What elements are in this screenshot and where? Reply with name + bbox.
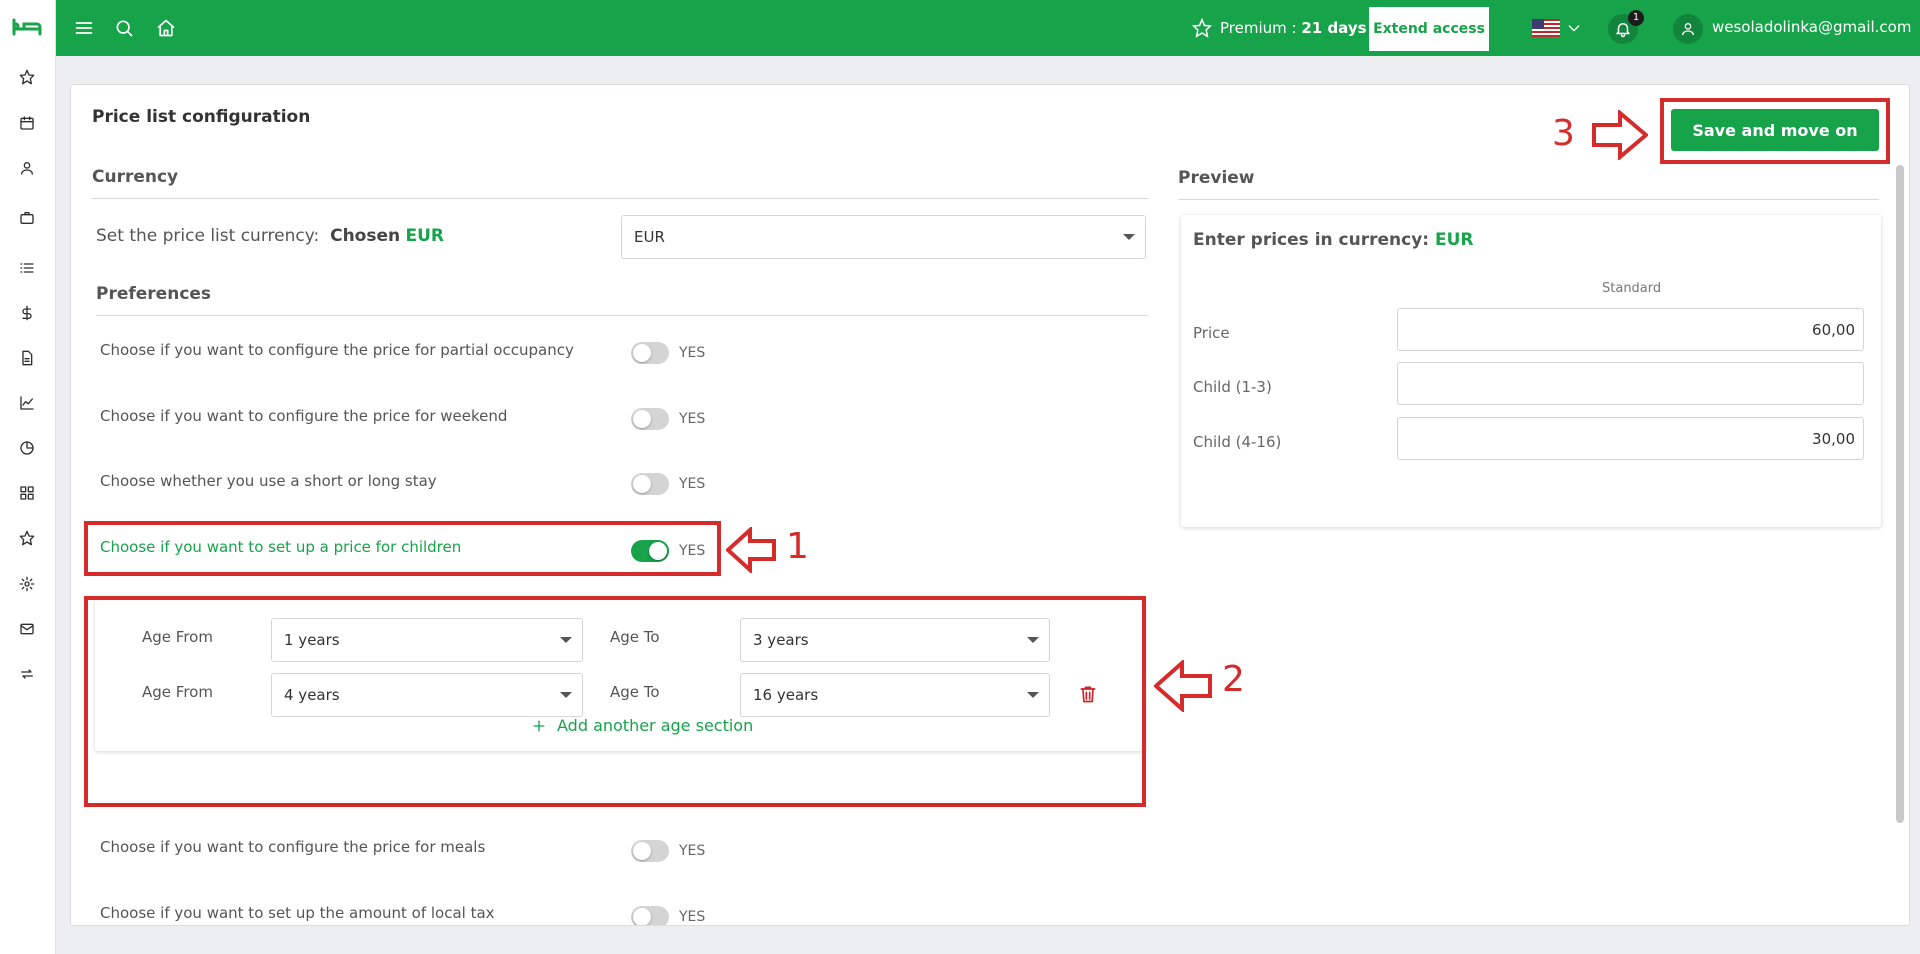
calendar-icon[interactable] — [18, 114, 36, 132]
preferences-section-title: Preferences — [96, 284, 212, 304]
chart-line-icon[interactable] — [18, 394, 36, 412]
toggle-local-tax[interactable] — [631, 906, 669, 925]
pie-chart-icon[interactable] — [18, 439, 36, 457]
premium-label: Premium : — [1220, 19, 1302, 37]
us-flag-icon[interactable] — [1532, 19, 1560, 37]
bed-logo-icon[interactable] — [12, 15, 42, 39]
annotation-box-2 — [84, 596, 1146, 807]
toggle-label: YES — [679, 345, 706, 361]
price-input[interactable]: 60,00 — [1397, 308, 1864, 351]
premium-status: Premium : 21 days — [1192, 18, 1367, 38]
toggle-knob — [633, 842, 651, 860]
toggle-label: YES — [679, 909, 706, 925]
grid-icon[interactable] — [18, 484, 36, 502]
divider — [96, 315, 1148, 316]
toggle-stay-length[interactable] — [631, 473, 669, 495]
toggle-weekend[interactable] — [631, 408, 669, 430]
scrollbar[interactable] — [1896, 165, 1904, 823]
arrow-left-icon — [726, 527, 776, 573]
pref-label: Choose if you want to set up the amount … — [100, 904, 495, 922]
price-label: Price — [1193, 324, 1230, 342]
star-icon[interactable] — [18, 68, 36, 86]
user-icon[interactable] — [18, 159, 36, 177]
toggle-knob — [633, 344, 651, 362]
star-icon — [1192, 18, 1212, 38]
toggle-label: YES — [679, 476, 706, 492]
menu-icon[interactable] — [72, 16, 96, 40]
divider — [92, 198, 1148, 199]
page-title: Price list configuration — [92, 107, 311, 127]
home-icon[interactable] — [154, 16, 178, 40]
child-1-3-input[interactable] — [1397, 362, 1864, 405]
currency-select[interactable]: EUR — [621, 215, 1146, 259]
sync-icon[interactable] — [18, 665, 36, 683]
arrow-left-icon — [1154, 660, 1212, 712]
toggle-knob — [633, 908, 651, 925]
user-icon[interactable] — [1673, 14, 1703, 44]
preview-heading-currency: EUR — [1435, 230, 1474, 250]
currency-select-value: EUR — [634, 228, 665, 246]
toggle-label: YES — [679, 843, 706, 859]
preview-heading-prefix: Enter prices in currency: — [1193, 230, 1430, 250]
extend-access-button[interactable]: Extend access — [1369, 7, 1489, 51]
standard-column-label: Standard — [1602, 281, 1662, 296]
mail-icon[interactable] — [18, 620, 36, 638]
toggle-label: YES — [679, 411, 706, 427]
toggle-knob — [633, 410, 651, 428]
document-icon[interactable] — [18, 349, 36, 367]
toggle-meals[interactable] — [631, 840, 669, 862]
currency-chosen-value: EUR — [405, 226, 445, 246]
pref-label: Choose if you want to configure the pric… — [100, 407, 508, 425]
pref-label: Choose if you want to configure the pric… — [100, 341, 574, 359]
sidebar — [0, 0, 56, 954]
annotation-number-1: 1 — [786, 526, 809, 567]
annotation-number-2: 2 — [1222, 659, 1245, 700]
child-4-16-input[interactable]: 30,00 — [1397, 417, 1864, 460]
briefcase-icon[interactable] — [18, 209, 36, 227]
toggle-knob — [633, 475, 651, 493]
preview-section-title: Preview — [1178, 168, 1255, 188]
preview-card: Enter prices in currency: EUR Standard P… — [1181, 215, 1881, 527]
annotation-number-3: 3 — [1552, 113, 1575, 154]
currency-label-row: Set the price list currency: Chosen EUR — [96, 226, 444, 246]
preview-heading: Enter prices in currency: EUR — [1193, 230, 1474, 250]
currency-chosen-prefix: Chosen — [330, 226, 401, 246]
user-email[interactable]: wesoladolinka@gmail.com — [1712, 18, 1911, 36]
search-icon[interactable] — [112, 16, 136, 40]
premium-days: 21 days — [1301, 19, 1367, 37]
currency-label: Set the price list currency: — [96, 226, 320, 246]
dollar-icon[interactable] — [18, 304, 36, 322]
arrow-right-icon — [1592, 110, 1648, 160]
child-1-3-label: Child (1-3) — [1193, 378, 1272, 396]
notification-badge: 1 — [1628, 10, 1644, 26]
gear-icon[interactable] — [18, 575, 36, 593]
annotation-box-3 — [1660, 98, 1890, 164]
toggle-partial-occupancy[interactable] — [631, 342, 669, 364]
divider — [1178, 199, 1879, 200]
child-4-16-label: Child (4-16) — [1193, 433, 1282, 451]
topbar: Premium : 21 days Extend access 1 wesola… — [56, 0, 1920, 56]
pref-label: Choose whether you use a short or long s… — [100, 472, 437, 490]
star-icon[interactable] — [18, 529, 36, 547]
annotation-box-1 — [84, 521, 721, 576]
dropdown-caret-icon — [1123, 234, 1135, 240]
list-icon[interactable] — [18, 259, 36, 277]
chevron-down-icon[interactable] — [1566, 20, 1582, 36]
pref-label: Choose if you want to configure the pric… — [100, 838, 486, 856]
currency-section-title: Currency — [92, 167, 179, 187]
